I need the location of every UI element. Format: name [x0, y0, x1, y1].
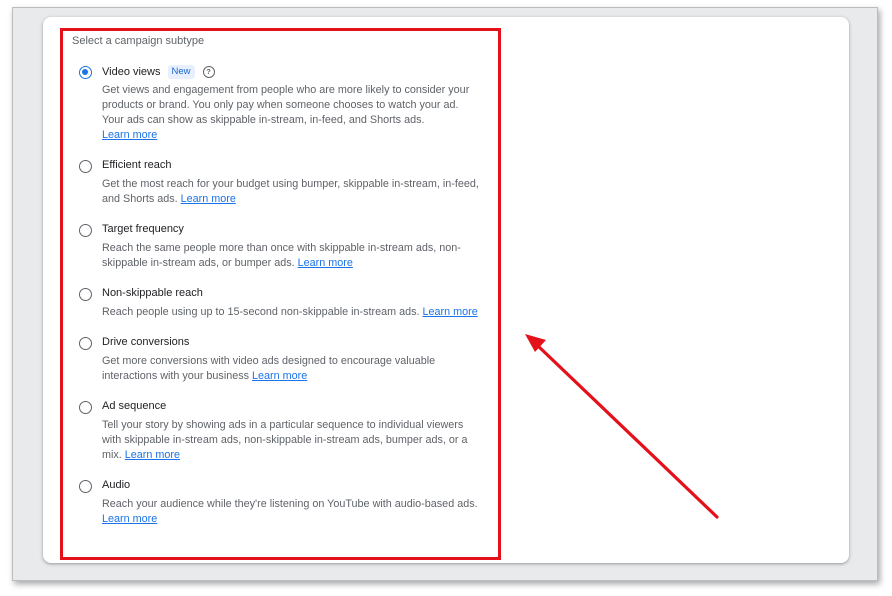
annotation-highlight-box — [60, 28, 501, 560]
